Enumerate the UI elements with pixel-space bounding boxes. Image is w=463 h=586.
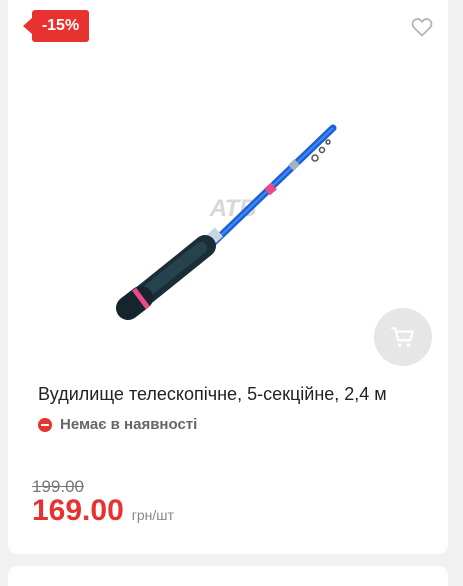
current-price: 169.00 xyxy=(32,494,124,527)
shopping-cart-icon xyxy=(391,327,414,347)
stock-status: Немає в наявності xyxy=(38,416,197,433)
discount-badge: -15% xyxy=(23,10,89,42)
heart-outline-icon xyxy=(411,18,433,37)
price-row: 169.00 грн/шт xyxy=(32,494,174,528)
minus-circle-icon xyxy=(38,417,52,432)
product-title[interactable]: Вудилище телескопічне, 5-секційне, 2,4 м xyxy=(38,384,387,405)
add-to-cart-button[interactable] xyxy=(374,308,432,366)
stock-status-label: Немає в наявності xyxy=(60,416,198,433)
next-product-card[interactable] xyxy=(8,566,448,586)
price-unit: грн/шт xyxy=(131,507,174,523)
favorite-button[interactable] xyxy=(410,15,434,39)
product-card[interactable]: -15% АТБ Вудилище телескопічне, 5-секцій… xyxy=(8,0,448,554)
product-image[interactable]: АТБ xyxy=(93,110,373,330)
